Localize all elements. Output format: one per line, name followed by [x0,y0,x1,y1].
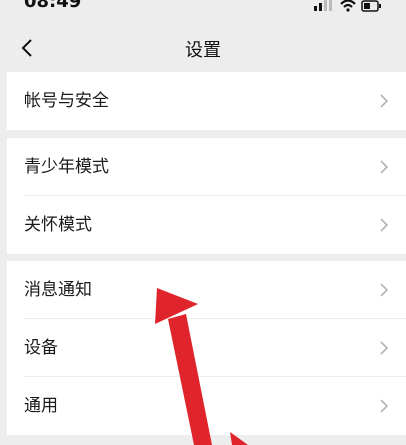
signal-icon [314,0,332,11]
settings-group-modes: 青少年模式 关怀模式 [7,138,406,254]
settings-group-general: 消息通知 设备 通用 [7,261,406,435]
settings-item-label: 关怀模式 [24,215,92,235]
chevron-right-icon [380,283,389,297]
settings-item-devices[interactable]: 设备 [7,319,406,377]
settings-group-account: 帐号与安全 [7,72,406,130]
wifi-icon [340,0,356,12]
chevron-right-icon [380,160,389,174]
settings-item-label: 帐号与安全 [24,91,109,111]
chevron-right-icon [380,341,389,355]
battery-icon [361,0,381,12]
settings-item-teen-mode[interactable]: 青少年模式 [7,138,406,196]
page-title: 设置 [185,40,221,61]
settings-item-notifications[interactable]: 消息通知 [7,261,406,319]
chevron-right-icon [380,94,389,108]
settings-item-label: 青少年模式 [24,157,109,177]
status-time: 08:49 [24,0,82,12]
status-bar: 08:49 [0,0,406,16]
settings-screen: 08:49 设置 帐号与安全 青少年模式 关怀模式 消息通知 设备 通用 [0,0,406,445]
settings-item-account-security[interactable]: 帐号与安全 [7,72,406,130]
status-icons [314,0,381,12]
settings-item-care-mode[interactable]: 关怀模式 [7,196,406,254]
chevron-right-icon [380,399,389,413]
settings-item-general[interactable]: 通用 [7,377,406,435]
settings-item-label: 通用 [24,396,58,416]
chevron-right-icon [380,218,389,232]
settings-item-label: 消息通知 [24,280,92,300]
nav-bar: 设置 [0,22,406,72]
settings-item-label: 设备 [24,338,58,358]
